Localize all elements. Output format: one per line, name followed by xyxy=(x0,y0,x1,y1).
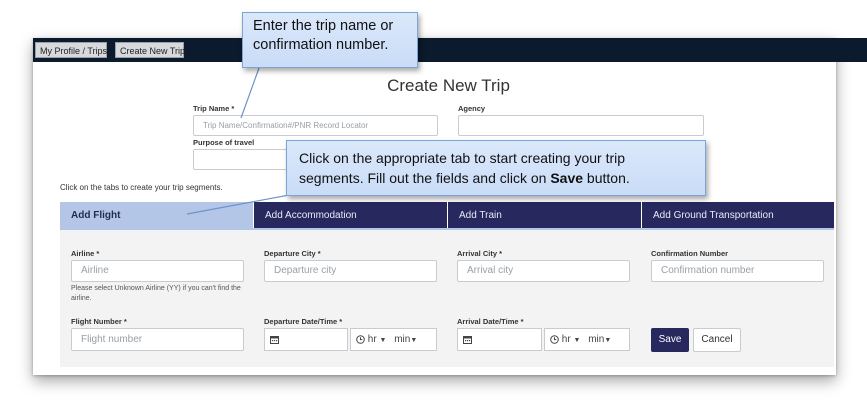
callout-trip-name-text: Enter the trip name or confirmation numb… xyxy=(253,18,394,53)
departure-date-input[interactable] xyxy=(264,328,348,351)
tab-add-train[interactable]: Add Train xyxy=(448,202,641,229)
arrival-time-select[interactable]: hr ▼ min▼ xyxy=(544,328,630,351)
caret-down-icon: ▼ xyxy=(410,337,418,344)
caret-down-icon: ▼ xyxy=(379,337,387,344)
nav-my-profile-trips[interactable]: My Profile / Trips xyxy=(35,42,107,58)
confirmation-number-label: Confirmation Number xyxy=(651,249,729,258)
tab-add-ground-transportation[interactable]: Add Ground Transportation xyxy=(642,202,834,229)
save-button[interactable]: Save xyxy=(651,328,689,352)
departure-city-label: Departure City * xyxy=(264,249,321,258)
nav-create-new-trip[interactable]: Create New Trip xyxy=(115,42,185,58)
airline-input[interactable]: Airline xyxy=(71,260,244,282)
callout-tabs-text-end: button. xyxy=(583,170,630,186)
clock-icon xyxy=(356,335,365,344)
cancel-button[interactable]: Cancel xyxy=(693,328,741,352)
tab-add-flight[interactable]: Add Flight xyxy=(60,202,253,229)
purpose-label: Purpose of travel xyxy=(193,138,255,147)
agency-input[interactable] xyxy=(458,115,704,136)
confirmation-number-input[interactable]: Confirmation number xyxy=(651,260,824,282)
arrival-city-label: Arrival City * xyxy=(457,249,503,258)
clock-icon xyxy=(550,335,559,344)
departure-city-input[interactable]: Departure city xyxy=(264,260,437,282)
callout-tabs: Click on the appropriate tab to start cr… xyxy=(286,140,706,196)
segments-hint: Click on the tabs to create your trip se… xyxy=(60,183,223,192)
arrival-date-input[interactable] xyxy=(457,328,542,351)
callout-trip-name: Enter the trip name or confirmation numb… xyxy=(242,12,418,68)
flight-number-input[interactable]: Flight number xyxy=(71,328,244,351)
airline-label: Airline * xyxy=(71,249,100,258)
arrival-min-select[interactable]: min xyxy=(588,334,604,345)
calendar-icon xyxy=(463,335,472,344)
arrival-datetime-label: Arrival Date/Time * xyxy=(457,317,524,326)
trip-name-input[interactable]: Trip Name/Confirmation#/PNR Record Locat… xyxy=(193,115,438,136)
callout-tabs-save-word: Save xyxy=(550,170,584,186)
flight-number-label: Flight Number * xyxy=(71,317,127,326)
arrival-hr-select[interactable]: hr xyxy=(562,334,571,345)
arrival-city-input[interactable]: Arrival city xyxy=(457,260,630,282)
trip-name-label: Trip Name * xyxy=(193,104,235,113)
caret-down-icon: ▼ xyxy=(604,337,612,344)
calendar-icon xyxy=(270,335,279,344)
departure-min-select[interactable]: min xyxy=(394,334,410,345)
departure-hr-select[interactable]: hr xyxy=(368,334,377,345)
departure-datetime-label: Departure Date/Time * xyxy=(264,317,343,326)
tab-add-accommodation[interactable]: Add Accommodation xyxy=(254,202,447,229)
airline-note: Please select Unknown Airline (YY) if yo… xyxy=(71,285,241,302)
departure-time-select[interactable]: hr ▼ min▼ xyxy=(350,328,437,351)
agency-label: Agency xyxy=(458,104,486,113)
caret-down-icon: ▼ xyxy=(573,337,581,344)
page-title: Create New Trip xyxy=(387,76,510,95)
